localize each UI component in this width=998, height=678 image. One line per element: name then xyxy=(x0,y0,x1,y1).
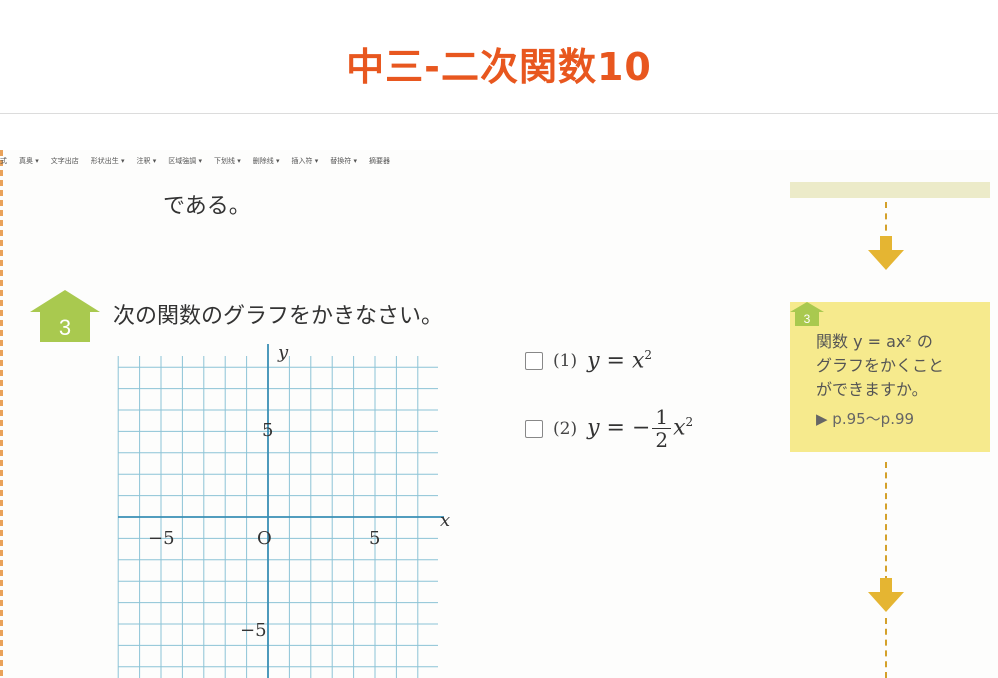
axes xyxy=(118,344,444,678)
question-1-checkbox[interactable] xyxy=(525,351,543,370)
y-axis-label: y xyxy=(277,342,289,363)
down-arrow-icon xyxy=(868,578,904,612)
card-number-badge: 3 xyxy=(790,302,824,326)
flow-dash xyxy=(885,462,887,582)
flow-dash xyxy=(885,618,887,678)
question-2-number: (2) xyxy=(553,418,578,439)
card-line: ができますか。 xyxy=(816,380,928,399)
toolbar-item[interactable]: 形状出生 ▾ xyxy=(91,156,125,170)
problem-number: 3 xyxy=(59,315,71,340)
card-question: 関数 y = ax² の グラフをかくこと ができますか。 xyxy=(816,330,944,402)
toolbar-item[interactable]: 区域強調 ▾ xyxy=(168,156,202,170)
question-1-number: (1) xyxy=(553,350,578,371)
x-tick-label-pos: 5 xyxy=(369,528,380,549)
toolbar-item[interactable]: 文字出店 xyxy=(51,156,79,170)
problem-number-badge: 3 xyxy=(30,290,100,342)
card-line: 関数 y = ax² の xyxy=(816,332,933,351)
annotation-toolbar: 式 真奥 ▾ 文字出店 形状出生 ▾ 注釈 ▾ 区域強調 ▾ 下划线 ▾ 删除线… xyxy=(0,156,390,170)
toolbar-item[interactable]: 注釈 ▾ xyxy=(137,156,157,170)
preceding-text: である。 xyxy=(163,194,251,219)
toolbar-item[interactable]: 式 xyxy=(0,156,7,170)
sidebar-top-bar xyxy=(790,182,990,198)
page-title: 中三-二次関数10 xyxy=(346,45,652,89)
question-2-checkbox[interactable] xyxy=(525,419,543,438)
toolbar-item[interactable]: 替換符 ▾ xyxy=(330,156,357,170)
x-axis-label: x xyxy=(440,510,450,531)
left-border xyxy=(0,150,3,678)
self-check-card: 3 関数 y = ax² の グラフをかくこと ができますか。 ▶ p.95〜p… xyxy=(790,302,990,452)
card-number: 3 xyxy=(804,312,811,326)
toolbar-item[interactable]: 摘要器 xyxy=(369,156,390,170)
down-arrow-icon xyxy=(868,236,904,270)
page-reference-link[interactable]: ▶ p.95〜p.99 xyxy=(816,408,914,429)
y-tick-label-neg: −5 xyxy=(240,620,267,641)
header-divider xyxy=(0,113,998,114)
document-viewer[interactable]: 式 真奥 ▾ 文字出店 形状出生 ▾ 注釈 ▾ 区域強調 ▾ 下划线 ▾ 删除线… xyxy=(0,150,998,678)
sidebar: 3 関数 y = ax² の グラフをかくこと ができますか。 ▶ p.95〜p… xyxy=(790,150,998,678)
origin-label: O xyxy=(257,528,272,549)
question-item-2: (2) y = −1 2 x2 xyxy=(525,406,693,451)
toolbar-item[interactable]: 删除线 ▾ xyxy=(253,156,280,170)
toolbar-item[interactable]: 下划线 ▾ xyxy=(214,156,241,170)
toolbar-item[interactable]: 插入符 ▾ xyxy=(292,156,319,170)
problem-text: 次の関数のグラフをかきなさい。 xyxy=(113,304,444,329)
coordinate-grid: y x O −5 5 5 −5 xyxy=(117,342,450,678)
question-item-1: (1) y = x2 xyxy=(525,348,652,373)
card-line: グラフをかくこと xyxy=(816,356,945,375)
y-tick-label-pos: 5 xyxy=(262,420,273,441)
toolbar-item[interactable]: 真奥 ▾ xyxy=(19,156,39,170)
question-1-equation: y = x2 xyxy=(587,348,653,374)
question-2-equation: y = −1 2 x2 xyxy=(587,405,694,452)
x-tick-label-neg: −5 xyxy=(148,528,175,549)
